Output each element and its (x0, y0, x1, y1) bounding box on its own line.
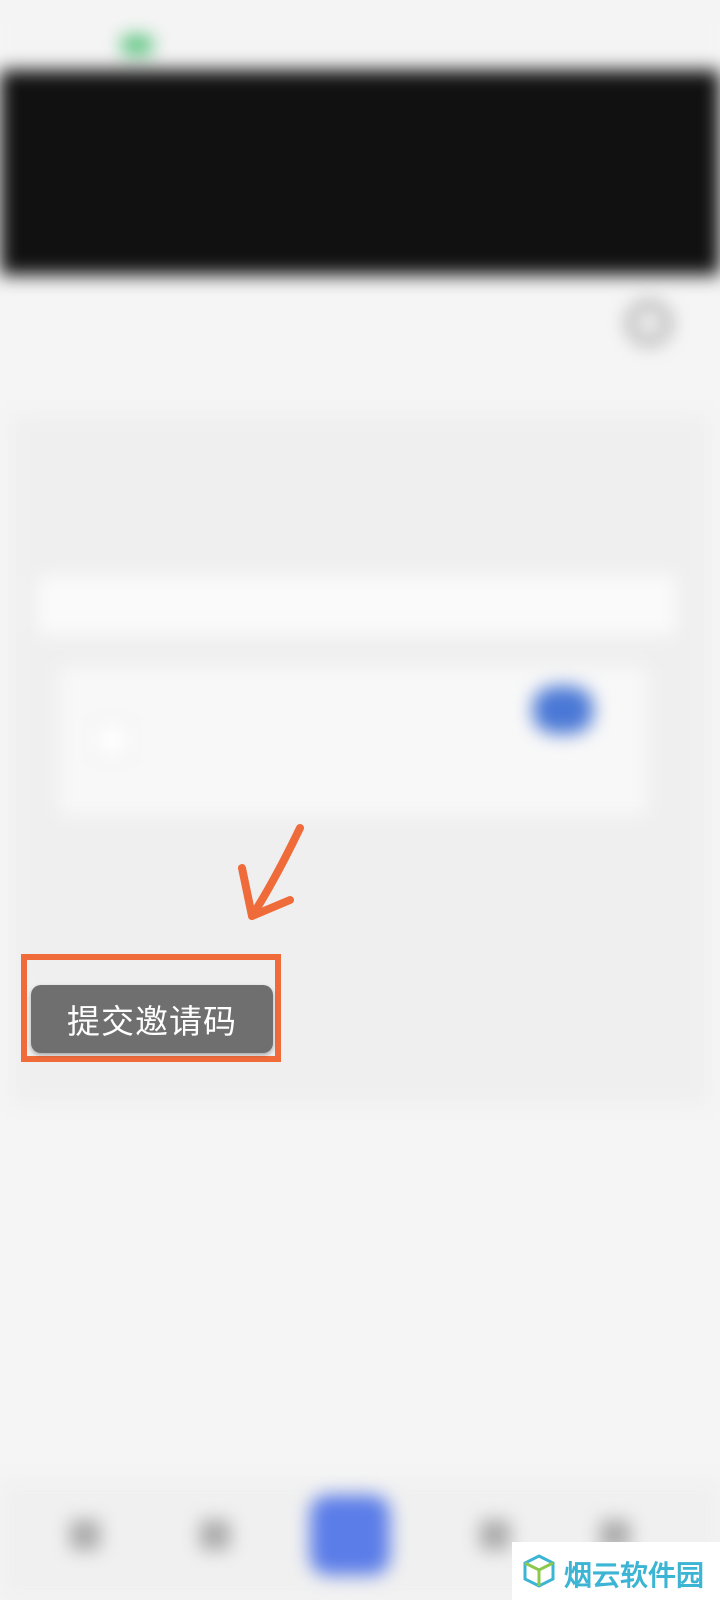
back-icon[interactable] (70, 1520, 100, 1550)
submit-invite-code-button[interactable]: 提交邀请码 (31, 985, 273, 1053)
status-bar (0, 0, 720, 70)
tabs-icon[interactable] (480, 1520, 510, 1550)
search-icon[interactable] (628, 302, 670, 344)
watermark: 烟云软件园 (512, 1542, 720, 1600)
watermark-text: 烟云软件园 (564, 1559, 705, 1592)
cube-logo-icon (523, 1554, 555, 1588)
blurred-background-page (0, 0, 720, 1600)
recaptcha-widget[interactable] (57, 665, 649, 817)
home-button[interactable] (310, 1495, 390, 1575)
invite-code-input[interactable] (37, 575, 677, 635)
recaptcha-logo-icon (533, 686, 593, 734)
app-header (0, 70, 720, 275)
captcha-checkbox[interactable] (93, 721, 131, 759)
search-bar[interactable] (10, 300, 670, 350)
bookmark-icon[interactable] (200, 1520, 230, 1550)
signal-indicator (122, 36, 152, 54)
